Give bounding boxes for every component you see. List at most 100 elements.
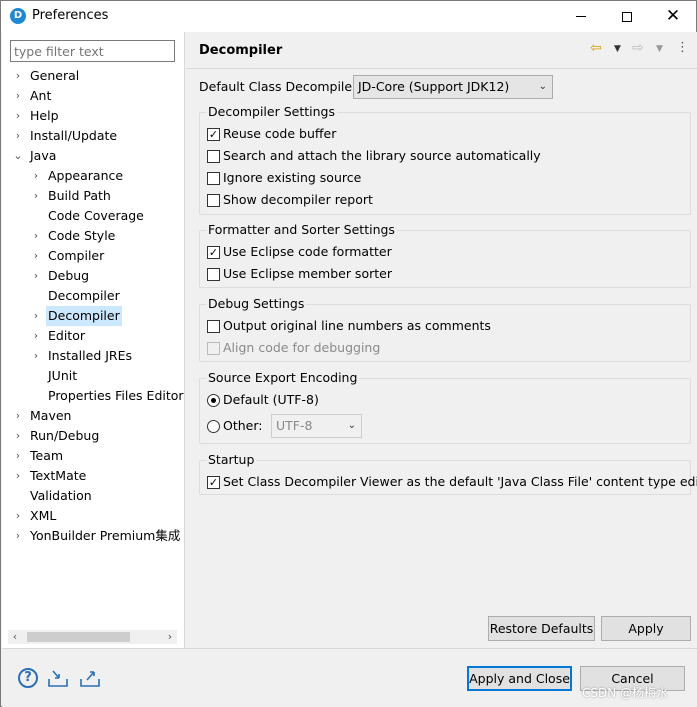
preferences-window: D Preferences ✕ › General › Ant › Help › Instal…: [0, 0, 697, 707]
tree-item[interactable]: › Compiler: [30, 246, 177, 266]
close-button[interactable]: ✕: [650, 1, 696, 32]
back-dropdown-icon[interactable]: ▼: [614, 44, 621, 54]
encoding-other-radio[interactable]: [207, 420, 220, 433]
tree-item[interactable]: › Decompiler: [30, 306, 177, 326]
tree-item[interactable]: › Code Style: [30, 226, 177, 246]
tree-item[interactable]: › General: [12, 66, 177, 86]
tree-item[interactable]: Properties Files Editor: [30, 386, 184, 406]
tree-item-label: Ant: [30, 88, 52, 103]
checkbox-label[interactable]: Reuse code buffer: [223, 126, 336, 141]
chevron-right-icon[interactable]: ›: [12, 426, 24, 446]
tree-item[interactable]: › Installed JREs: [30, 346, 177, 366]
checkbox-label[interactable]: Set Class Decompiler Viewer as the defau…: [223, 474, 697, 489]
encoding-default-label[interactable]: Default (UTF-8): [223, 392, 319, 407]
tree-item-label: Java: [30, 148, 57, 163]
filter-input[interactable]: [10, 40, 175, 62]
import-icon[interactable]: [47, 668, 69, 688]
tree-item[interactable]: › Team: [12, 446, 177, 466]
checkbox-label[interactable]: Ignore existing source: [223, 170, 361, 185]
scrollbar-thumb[interactable]: [27, 632, 130, 642]
checkbox[interactable]: ✓: [207, 476, 220, 489]
tree-item[interactable]: ⌄ Java: [12, 146, 177, 166]
tree-item[interactable]: Validation: [12, 486, 177, 506]
tree-item[interactable]: › YonBuilder Premium集成: [12, 526, 181, 546]
checkbox[interactable]: ✓: [207, 246, 220, 259]
tree-item[interactable]: › Run/Debug: [12, 426, 177, 446]
chevron-right-icon[interactable]: ›: [12, 446, 24, 466]
checkbox-label[interactable]: Search and attach the library source aut…: [223, 148, 541, 163]
tree-item[interactable]: › Install/Update: [12, 126, 177, 146]
export-icon[interactable]: [79, 668, 101, 688]
tree-item[interactable]: JUnit: [30, 366, 177, 386]
preference-tree-panel: › General › Ant › Help › Install/Update ⌄ Java › Ap…: [2, 32, 185, 648]
back-arrow-icon[interactable]: ⇦: [590, 40, 602, 56]
checkbox-label[interactable]: Use Eclipse code formatter: [223, 244, 392, 259]
tree-item-label: TextMate: [30, 468, 87, 483]
scroll-left-icon[interactable]: ‹: [8, 630, 22, 644]
minimize-button[interactable]: [558, 1, 604, 32]
tree-item[interactable]: › Appearance: [30, 166, 177, 186]
tree-item[interactable]: › Maven: [12, 406, 177, 426]
tree-item-label: Installed JREs: [48, 348, 133, 363]
chevron-right-icon[interactable]: ›: [30, 266, 42, 286]
horizontal-scrollbar[interactable]: ‹ ›: [8, 630, 177, 644]
tree-item[interactable]: › Build Path: [30, 186, 177, 206]
checkbox-label[interactable]: Use Eclipse member sorter: [223, 266, 392, 281]
tree-item-label: Debug: [48, 268, 90, 283]
chevron-right-icon[interactable]: ›: [30, 186, 42, 206]
checkbox[interactable]: [207, 320, 220, 333]
apply-and-close-button[interactable]: Apply and Close: [467, 666, 572, 691]
checkbox[interactable]: [207, 150, 220, 163]
chevron-right-icon[interactable]: ›: [12, 406, 24, 426]
checkbox-label[interactable]: Output original line numbers as comments: [223, 318, 491, 333]
tree-item-label: XML: [30, 508, 57, 523]
checkbox[interactable]: [207, 194, 220, 207]
tree-item-label: YonBuilder Premium集成: [30, 528, 181, 543]
chevron-right-icon[interactable]: ›: [12, 126, 24, 146]
chevron-right-icon[interactable]: ›: [12, 506, 24, 526]
forward-dropdown-icon[interactable]: ▼: [656, 44, 663, 54]
encoding-default-radio[interactable]: [207, 394, 220, 407]
chevron-right-icon[interactable]: ›: [30, 246, 42, 266]
tree-item[interactable]: Code Coverage: [30, 206, 177, 226]
chevron-right-icon[interactable]: ›: [30, 326, 42, 346]
help-icon[interactable]: ?: [18, 668, 38, 688]
chevron-down-icon[interactable]: ⌄: [12, 146, 24, 166]
tree-item[interactable]: › Help: [12, 106, 177, 126]
checkbox[interactable]: ✓: [207, 128, 220, 141]
chevron-right-icon[interactable]: ›: [12, 526, 24, 546]
group-title: Debug Settings: [206, 296, 307, 311]
tree-item[interactable]: › XML: [12, 506, 177, 526]
checkbox[interactable]: [207, 172, 220, 185]
forward-arrow-icon[interactable]: ⇨: [632, 40, 644, 56]
checkbox[interactable]: [207, 268, 220, 281]
scroll-right-icon[interactable]: ›: [163, 630, 177, 644]
tree-item-label: Code Coverage: [48, 208, 144, 223]
tree-item[interactable]: › Editor: [30, 326, 177, 346]
maximize-button[interactable]: [604, 1, 650, 32]
tree-item-label: Build Path: [48, 188, 111, 203]
encoding-other-select: UTF-8 ⌄: [271, 414, 362, 438]
encoding-other-label[interactable]: Other:: [223, 418, 262, 433]
checkbox-label[interactable]: Show decompiler report: [223, 192, 373, 207]
restore-defaults-button[interactable]: Restore Defaults: [488, 616, 595, 641]
chevron-right-icon[interactable]: ›: [30, 346, 42, 366]
chevron-right-icon[interactable]: ›: [12, 86, 24, 106]
tree-item[interactable]: › TextMate: [12, 466, 177, 486]
tree-item[interactable]: Decompiler: [30, 286, 177, 306]
chevron-right-icon[interactable]: ›: [12, 66, 24, 86]
chevron-right-icon[interactable]: ›: [12, 106, 24, 126]
tree-item[interactable]: › Debug: [30, 266, 177, 286]
tree-item[interactable]: › Ant: [12, 86, 177, 106]
apply-button[interactable]: Apply: [601, 616, 691, 641]
view-menu-icon[interactable]: ⋮: [676, 40, 689, 55]
chevron-right-icon[interactable]: ›: [30, 226, 42, 246]
close-icon: ✕: [665, 6, 681, 26]
chevron-right-icon[interactable]: ›: [12, 466, 24, 486]
chevron-right-icon[interactable]: ›: [30, 166, 42, 186]
chevron-right-icon[interactable]: ›: [30, 306, 42, 326]
preference-page: Decompiler ⇦ ▼ ⇨ ▼ ⋮ Default Class Decom…: [186, 32, 697, 648]
default-decompiler-select[interactable]: JD-Core (Support JDK12) ⌄: [353, 75, 553, 99]
checkbox: [207, 342, 220, 355]
tree-item-label: Install/Update: [30, 128, 118, 143]
